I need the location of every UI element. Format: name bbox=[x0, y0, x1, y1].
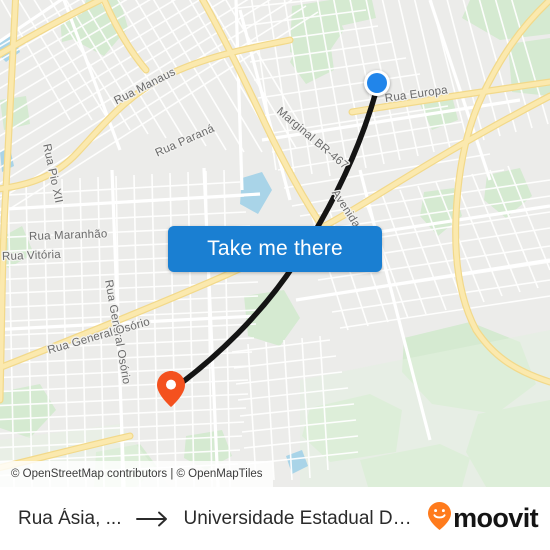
origin-marker[interactable] bbox=[364, 70, 390, 96]
footer-origin-name: Rua Ásia, ... bbox=[18, 507, 122, 529]
moovit-route-preview: Rua Manaus Rua Pio XII Rua Paraná Rua Eu… bbox=[0, 0, 550, 550]
route-footer: Rua Ásia, ... Universidade Estadual Do O… bbox=[0, 487, 550, 550]
arrow-right-icon bbox=[135, 511, 170, 527]
take-me-there-button[interactable]: Take me there bbox=[168, 226, 382, 272]
map-canvas[interactable]: Rua Manaus Rua Pio XII Rua Paraná Rua Eu… bbox=[0, 0, 550, 487]
attribution-text: © OpenStreetMap contributors | © OpenMap… bbox=[11, 468, 263, 480]
moovit-logo[interactable]: moovit bbox=[428, 502, 544, 535]
map-attribution[interactable]: © OpenStreetMap contributors | © OpenMap… bbox=[0, 461, 273, 487]
destination-marker[interactable] bbox=[157, 371, 185, 407]
origin-marker-dot bbox=[367, 73, 387, 93]
moovit-pin-icon bbox=[428, 502, 452, 535]
moovit-wordmark: moovit bbox=[453, 503, 539, 533]
footer-destination-name: Universidade Estadual Do Oeste Do P… bbox=[183, 507, 423, 529]
route-endpoints[interactable]: Rua Ásia, ... Universidade Estadual Do O… bbox=[18, 508, 422, 530]
take-me-there-label: Take me there bbox=[207, 237, 343, 260]
